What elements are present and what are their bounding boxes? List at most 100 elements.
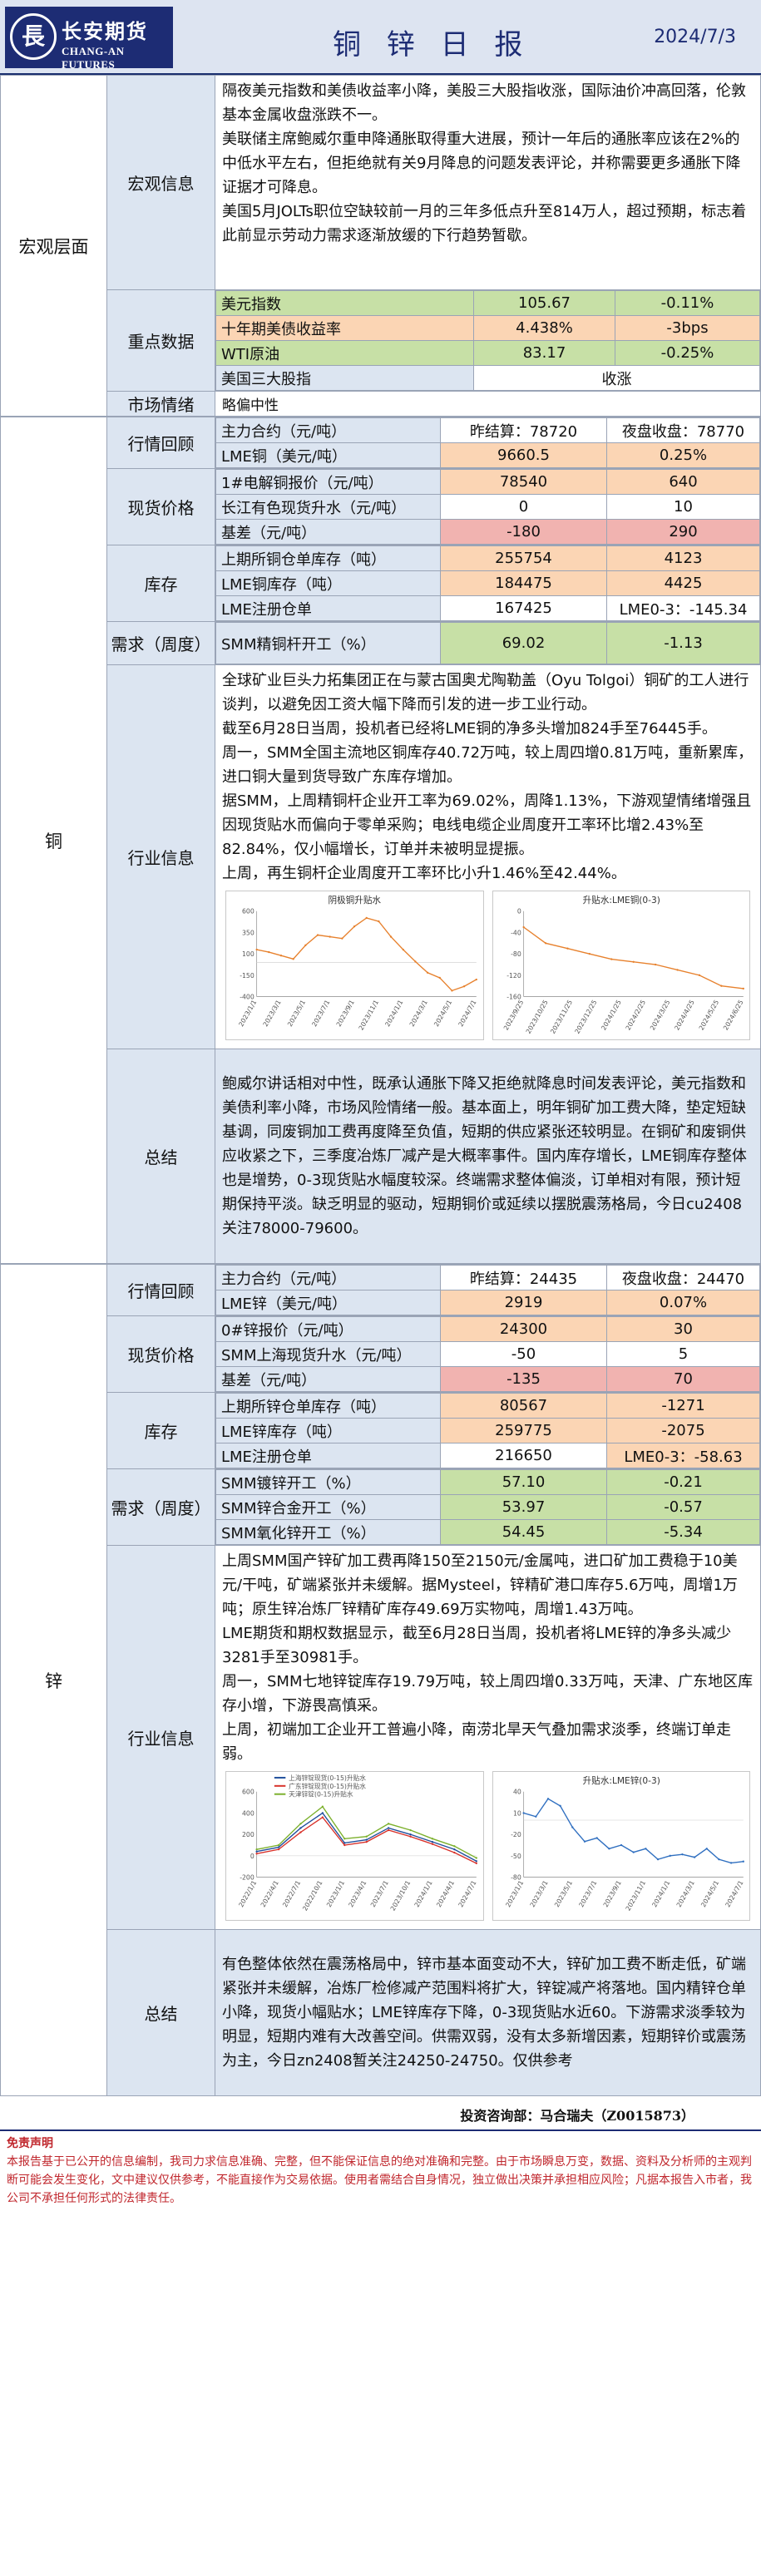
row-change: -0.11% [615, 290, 760, 316]
main-contract-label: 主力合约（元/吨） [215, 1265, 441, 1290]
data-point [559, 1804, 561, 1808]
row-name: SMM氧化锌开工（%） [215, 1519, 441, 1545]
legend-entry: 上海锌锭现货(0-15)升贴水 [289, 1774, 366, 1782]
zinc-lme-svg: 升贴水:LME锌(0-3)-80-50-2010402023/1/1 2023/3… [504, 1775, 744, 1912]
row-change: 5 [606, 1341, 760, 1367]
y-tick-label: -80 [511, 950, 521, 958]
industry-paragraph: 周一，SMM七地锌锭库存19.79万吨，较上周四增0.33万吨，天津、广东地区库… [222, 1673, 754, 1715]
data-point [299, 1827, 302, 1829]
x-tick-label: 2023/11/25 [549, 999, 574, 1035]
data-point [387, 1827, 390, 1829]
data-point [669, 1854, 671, 1858]
row-name: 美国三大股指 [215, 365, 474, 391]
data-point [431, 1838, 434, 1840]
table-row: LME铜库存（吨） 184475 4425 [215, 570, 760, 596]
night-close: 夜盘收盘：78770 [606, 417, 760, 443]
row-value: 9660.5 [440, 442, 607, 468]
x-tick-label: 2022/10/1 [301, 1879, 324, 1912]
y-tick-label: 600 [242, 1789, 254, 1796]
data-point [387, 1828, 390, 1832]
copper-spot-label: 现货价格 [106, 468, 215, 545]
x-tick-label: 2024/7/1 [457, 1879, 478, 1908]
y-tick-label: 0 [250, 1853, 254, 1860]
zinc-review-label: 行情回顾 [106, 1264, 215, 1316]
x-tick-label: 2023/11/1 [358, 999, 380, 1032]
row-value: 57.10 [440, 1469, 607, 1495]
copper-premium-svg: 阴极铜升贴水-400-1501003506002023/1/1 2023/3/1 2… [237, 895, 477, 1032]
x-tick-label: 2024/4/1 [435, 1879, 456, 1908]
data-point [299, 1823, 302, 1825]
copper-review-table: 主力合约（元/吨） 昨结算：78720 夜盘收盘：78770 LME铜（美元/吨… [215, 417, 760, 468]
zinc-summary-text: 有色整体依然在震荡格局中，锌市基本面变动不大，锌矿加工费不断走低，矿端紧张并未缓… [215, 1929, 761, 2096]
y-tick-label: 350 [242, 929, 254, 936]
table-row: 主力合约（元/吨） 昨结算：24435 夜盘收盘：24470 [215, 1265, 760, 1290]
analyst-credit: 投资咨询部：马合瑞夫（Z0015873） [460, 2108, 694, 2124]
data-point [451, 989, 453, 992]
x-tick-label: 2023/10/25 [524, 999, 549, 1035]
data-point [321, 1805, 324, 1808]
copper-section-label: 铜 [0, 417, 107, 1264]
x-tick-label: 2024/1/1 [413, 1879, 434, 1908]
chart-title: 升贴水:LME锌(0-3) [582, 1775, 660, 1786]
row-value: 4.438% [473, 315, 615, 341]
zinc-industry-label: 行业信息 [106, 1545, 215, 1930]
data-point [632, 960, 635, 963]
row-change: 收涨 [473, 365, 760, 391]
data-point [632, 1851, 635, 1853]
data-point [534, 1815, 536, 1818]
row-change: LME0-3：-145.34 [606, 595, 760, 621]
table-row: 美国三大股指 收涨 [215, 365, 760, 391]
row-name: LME锌库存（吨） [215, 1418, 441, 1443]
row-change: 4425 [606, 570, 760, 596]
zinc-section-label: 锌 [0, 1264, 107, 2096]
copper-inv-table: 上期所铜仓单库存（吨） 255754 4123 LME铜库存（吨） 184475… [215, 545, 760, 621]
zinc-spot-label: 现货价格 [106, 1315, 215, 1393]
row-change: -0.25% [615, 340, 760, 366]
row-change: 10 [606, 494, 760, 520]
data-point [546, 1798, 549, 1800]
macro-paragraph: 美联储主席鲍威尔重申降通胀取得重大进展，预计一年后的通胀率应该在2%的中低水平左… [222, 131, 741, 196]
data-point [583, 1840, 586, 1843]
data-point [475, 1857, 477, 1859]
data-point [521, 925, 525, 929]
settle-price: 昨结算：24435 [440, 1265, 607, 1290]
main-contract-label: 主力合约（元/吨） [215, 417, 441, 443]
copper-spot-table: 1#电解铜报价（元/吨） 78540 640 长江有色现货升水（元/吨） 0 1… [215, 469, 760, 545]
zinc-lme-spread-chart: 升贴水:LME锌(0-3) -80 -50 -20 10 40 2023/1/1 2023/3… [492, 1771, 750, 1921]
zinc-charts: 上海锌锭现货(0-15)升贴水 广东锌锭现货(0-15)升贴水 天津锌锭(0-15)… [222, 1766, 754, 1926]
y-tick-label: -50 [511, 1853, 521, 1860]
row-name: 美元指数 [215, 290, 474, 316]
data-point [316, 934, 319, 936]
data-point [409, 1833, 412, 1836]
data-point [438, 976, 441, 980]
row-change: 640 [606, 469, 760, 495]
data-point [675, 969, 679, 971]
row-value: -135 [440, 1366, 607, 1392]
data-point [656, 1858, 659, 1861]
row-name: 0#锌报价（元/吨） [215, 1316, 441, 1342]
row-name: LME注册仓单 [215, 1443, 441, 1468]
y-tick-label: 40 [512, 1789, 521, 1796]
data-point [588, 952, 591, 955]
zinc-spot-table: 0#锌报价（元/吨） 24300 30 SMM上海现货升水（元/吨） -50 5… [215, 1316, 760, 1392]
data-point [321, 1812, 324, 1814]
table-row: 1#电解铜报价（元/吨） 78540 640 [215, 469, 760, 495]
macro-paragraph: 美国5月JOLTs职位空缺较前一月的三年多低点升至814万人，超过预期，标志着此… [222, 203, 747, 244]
row-name: WTI原油 [215, 340, 474, 366]
macro-section-label: 宏观层面 [0, 75, 107, 417]
row-value: 53.97 [440, 1494, 607, 1520]
row-value: 105.67 [473, 290, 615, 316]
data-point [544, 942, 546, 945]
row-change: 0.07% [606, 1290, 760, 1315]
data-point [343, 1838, 346, 1840]
data-point [693, 1856, 695, 1858]
series-line [256, 917, 477, 992]
data-point [595, 1837, 598, 1839]
copper-lme-svg: 升贴水:LME铜(0-3)-160-120-80-4002023/9/25 202… [502, 895, 744, 1035]
table-row: LME铜（美元/吨） 9660.5 0.25% [215, 442, 760, 468]
data-point [453, 1845, 456, 1848]
data-point [475, 978, 477, 981]
row-value: 255754 [440, 545, 607, 571]
data-point [453, 1848, 456, 1851]
logo-en: CHANG-AN FUTURES [62, 45, 125, 71]
